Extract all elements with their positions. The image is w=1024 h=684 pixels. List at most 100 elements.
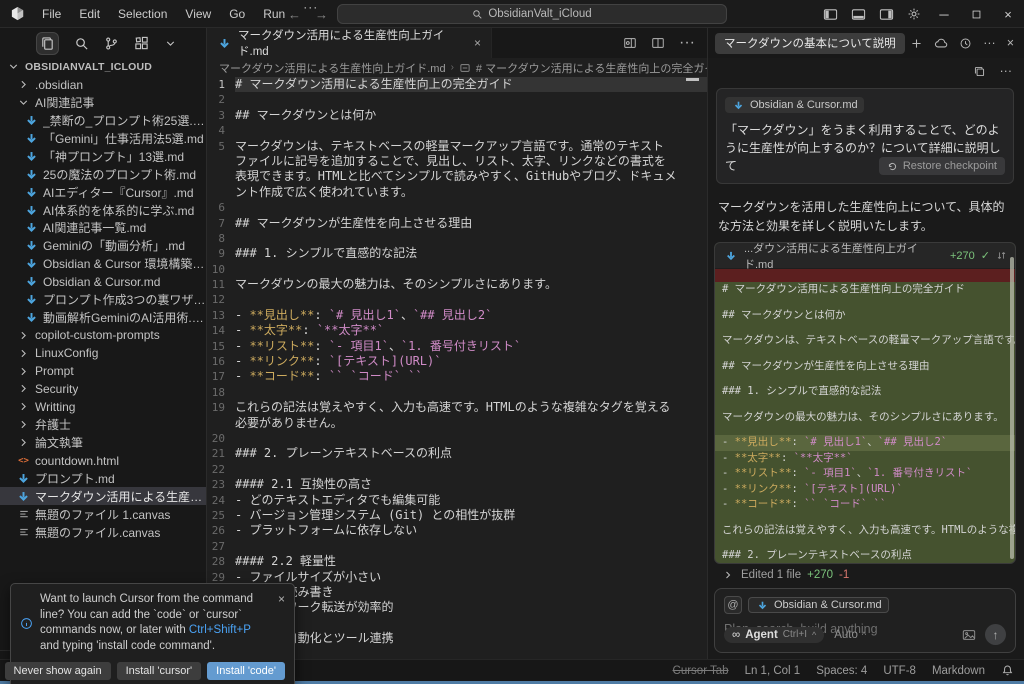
editor-line[interactable]: 28#### 2.2 軽量性 [207, 554, 707, 569]
editor-tab[interactable]: マークダウン活用による生産性向上ガイド.md × [207, 28, 492, 58]
explorer-item[interactable]: Writting [0, 398, 206, 416]
editor-line[interactable]: 3## マークダウンとは何か [207, 108, 707, 123]
explorer-item[interactable]: 論文執筆 [0, 434, 206, 452]
settings-gear-icon[interactable] [900, 0, 928, 28]
explorer-item[interactable]: 弁護士 [0, 416, 206, 434]
toggle-primary-sidebar-icon[interactable] [816, 0, 844, 28]
explorer-item[interactable]: _禁断の_プロンプト術25選.md [0, 112, 206, 130]
explorer-item[interactable]: Prompt [0, 362, 206, 380]
editor-line[interactable]: 必要がありません。 [207, 416, 707, 431]
explorer-item[interactable]: LinuxConfig [0, 344, 206, 362]
back-icon[interactable]: ← [288, 7, 301, 22]
editor-line[interactable]: 27 [207, 539, 707, 554]
menu-edit[interactable]: Edit [70, 0, 109, 28]
editor-line[interactable]: 7## マークダウンが生産性を向上させる理由 [207, 216, 707, 231]
explorer-item[interactable]: <>countdown.html [0, 452, 206, 470]
editor-more-icon[interactable]: ··· [679, 34, 695, 52]
editor-line[interactable]: 12 [207, 292, 707, 307]
explorer-item[interactable]: 「神プロンプト」13選.md [0, 147, 206, 165]
maximize-icon[interactable] [960, 0, 992, 28]
minimap[interactable] [686, 78, 699, 81]
status-cursor-tab[interactable]: Cursor Tab [673, 665, 729, 677]
menu-view[interactable]: View [176, 0, 220, 28]
close-tab-icon[interactable]: × [474, 36, 481, 50]
chat-input-box[interactable]: @ Obsidian & Cursor.md Plan, search, bui… [714, 588, 1016, 653]
context-file-chip[interactable]: Obsidian & Cursor.md [725, 97, 864, 113]
toggle-panel-icon[interactable] [844, 0, 872, 28]
editor-line[interactable]: 20 [207, 431, 707, 446]
editor-line[interactable]: 1# マークダウン活用による生産性向上の完全ガイド [207, 77, 707, 92]
editor-line[interactable]: 9### 1. シンプルで直感的な記法 [207, 246, 707, 261]
source-control-icon[interactable] [104, 36, 119, 51]
editor-line[interactable]: ント作成で広く使われています。 [207, 185, 707, 200]
editor-line[interactable]: 13- **見出し**: `# 見出し1`、`## 見出し2` [207, 308, 707, 323]
message-more-icon[interactable]: ··· [1000, 64, 1013, 78]
close-panel-icon[interactable]: × [1007, 36, 1014, 50]
explorer-item[interactable]: Obsidian & Cursor.md [0, 273, 206, 291]
explorer-item[interactable]: Obsidian & Cursor 環境構築.md [0, 255, 206, 273]
cloud-icon[interactable] [934, 36, 948, 50]
keybinding-link[interactable]: Ctrl+Shift+P [189, 624, 251, 636]
editor-line[interactable]: 2 [207, 92, 707, 107]
editor-line[interactable]: 5マークダウンは、テキストベースの軽量マークアップ言語です。通常のテキスト [207, 139, 707, 154]
explorer-root[interactable]: OBSIDIANVALT_ICLOUD [0, 58, 206, 76]
mode-selector[interactable]: ∞ Agent Ctrl+I ^ [724, 627, 824, 643]
diff-header[interactable]: ...ダウン活用による生産性向上ガイド.md +270 ✓ [715, 243, 1015, 269]
explorer-item[interactable]: copilot-custom-prompts [0, 326, 206, 344]
edited-files-row[interactable]: Edited 1 file +270 -1 [720, 569, 849, 581]
explorer-item[interactable]: 25の魔法のプロンプト術.md [0, 165, 206, 183]
image-attach-icon[interactable] [962, 628, 976, 642]
restore-checkpoint-button[interactable]: Restore checkpoint [879, 157, 1005, 175]
explorer-item[interactable]: 動画解析GeminiのAI活用術.md [0, 308, 206, 326]
model-selector[interactable]: Auto ^ [834, 629, 866, 641]
command-center-search[interactable]: ObsidianValt_iCloud [337, 4, 727, 24]
search-view-icon[interactable] [74, 36, 89, 51]
install-cursor-button[interactable]: Install 'cursor' [117, 662, 202, 680]
extensions-icon[interactable] [134, 36, 149, 51]
status-encoding[interactable]: UTF-8 [883, 665, 916, 677]
minimize-icon[interactable]: ─ [928, 0, 960, 28]
explorer-item[interactable]: AI体系的を体系的に学ぶ.md [0, 201, 206, 219]
swap-arrows-icon[interactable] [996, 250, 1007, 261]
editor-line[interactable]: 15- **リスト**: `- 項目1`、`1. 番号付きリスト` [207, 339, 707, 354]
explorer-item[interactable]: AI関連記事一覧.md [0, 219, 206, 237]
breadcrumb-file[interactable]: マークダウン活用による生産性向上ガイド.md [219, 60, 446, 76]
breadcrumb-symbol[interactable]: # マークダウン活用による生産性向上の完全ガイド [476, 60, 707, 76]
menu-selection[interactable]: Selection [109, 0, 176, 28]
editor-line[interactable]: 11マークダウンの最大の魅力は、そのシンプルさにあります。 [207, 277, 707, 292]
split-editor-icon[interactable] [651, 36, 665, 50]
explorer-item[interactable]: プロンプト作成3つの裏ワザ.md [0, 291, 206, 309]
explorer-item[interactable]: .obsidian [0, 76, 206, 94]
install-code-button[interactable]: Install 'code' [207, 662, 285, 680]
editor-line[interactable]: 8 [207, 231, 707, 246]
explorer-item[interactable]: 無題のファイル.canvas [0, 523, 206, 541]
send-button[interactable]: ↑ [985, 624, 1006, 645]
new-chat-icon[interactable] [910, 37, 923, 50]
chat-more-icon[interactable]: ··· [983, 36, 996, 50]
editor-line[interactable]: 24- どのテキストエディタでも編集可能 [207, 493, 707, 508]
editor-line[interactable]: 10 [207, 262, 707, 277]
editor-line[interactable]: 17- **コード**: `` `コード` `` [207, 369, 707, 384]
status-cursor-position[interactable]: Ln 1, Col 1 [745, 665, 801, 677]
input-context-file-chip[interactable]: Obsidian & Cursor.md [748, 597, 889, 613]
copy-icon[interactable] [973, 64, 986, 78]
explorer-item[interactable]: Geminiの「動画分析」.md [0, 237, 206, 255]
editor-line[interactable]: ファイルに記号を追加することで、見出し、リスト、太字、リンクなどの書式を [207, 154, 707, 169]
menu-file[interactable]: File [33, 0, 70, 28]
editor-line[interactable]: 21### 2. プレーンテキストベースの利点 [207, 446, 707, 461]
open-preview-icon[interactable] [623, 36, 637, 50]
editor-line[interactable]: 26- プラットフォームに依存しない [207, 523, 707, 538]
forward-icon[interactable]: → [315, 7, 328, 22]
editor-line[interactable]: 4 [207, 123, 707, 138]
close-window-icon[interactable]: × [992, 0, 1024, 28]
explorer-item[interactable]: マークダウン活用による生産性向上ガイド.md [0, 487, 206, 505]
explorer-item[interactable]: 「Gemini」仕事活用法5選.md [0, 130, 206, 148]
editor-line[interactable]: 25- バージョン管理システム (Git) との相性が抜群 [207, 508, 707, 523]
status-language-mode[interactable]: Markdown [932, 665, 985, 677]
never-show-again-button[interactable]: Never show again [5, 662, 111, 680]
editor-code[interactable]: 1# マークダウン活用による生産性向上の完全ガイド23## マークダウンとは何か… [207, 77, 707, 659]
menu-go[interactable]: Go [220, 0, 254, 28]
breadcrumb[interactable]: マークダウン活用による生産性向上ガイド.md › # マークダウン活用による生産… [207, 58, 707, 77]
editor-line[interactable]: 表現できます。HTMLと比べてシンプルで読みやすく、GitHubやブログ、ドキュ… [207, 169, 707, 184]
diff-scrollbar[interactable] [1010, 257, 1014, 559]
